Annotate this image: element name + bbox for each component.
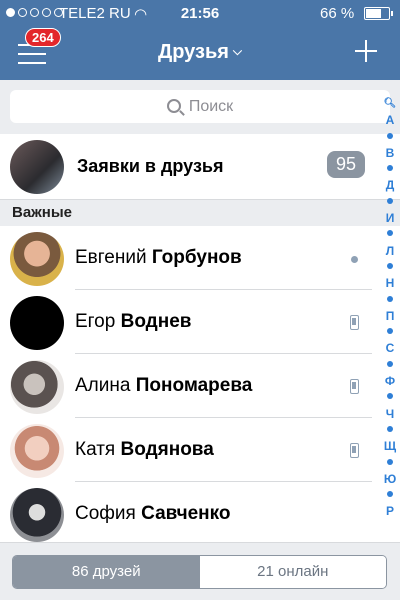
index-letter[interactable]: Р [380, 503, 400, 519]
index-dot[interactable] [380, 259, 400, 275]
list-item[interactable]: Евгений Горбунов [0, 226, 400, 290]
friend-name: Евгений Горбунов [75, 247, 242, 268]
tab-all-friends[interactable]: 86 друзей [13, 556, 200, 588]
battery-percent: 66 % [320, 5, 355, 22]
index-dot[interactable] [380, 389, 400, 405]
list-item[interactable]: Алина Пономарева [0, 354, 400, 418]
index-dot[interactable] [380, 357, 400, 373]
index-dot[interactable] [380, 455, 400, 471]
index-letter[interactable]: А [380, 112, 400, 128]
index-letter[interactable]: И [380, 210, 400, 226]
mobile-online-icon [350, 379, 359, 394]
index-letter[interactable]: Щ [380, 438, 400, 454]
avatar [10, 232, 64, 286]
friend-requests-count: 95 [327, 151, 366, 178]
list-item[interactable]: София Савченко [0, 482, 400, 546]
friend-name: Алина Пономарева [75, 375, 253, 396]
avatar [10, 488, 64, 542]
index-dot[interactable] [380, 324, 400, 340]
alphabet-index[interactable]: 🔍︎ А В Д И Л Н П С Ф Ч Щ Ю Р [380, 96, 400, 520]
add-friend-button[interactable] [354, 36, 378, 66]
battery-icon [364, 7, 393, 20]
index-letter[interactable]: Ч [380, 406, 400, 422]
friend-requests-label: Заявки в друзья [77, 156, 224, 176]
search-placeholder: Поиск [188, 98, 234, 115]
index-dot[interactable] [380, 487, 400, 503]
section-header: Важные [0, 200, 400, 226]
index-letter[interactable]: С [380, 340, 400, 356]
online-status-icon [351, 256, 358, 263]
index-dot[interactable] [380, 226, 400, 242]
index-dot[interactable] [380, 129, 400, 145]
avatar [10, 296, 64, 350]
list-item[interactable]: Катя Водянова [0, 418, 400, 482]
friends-list: Евгений Горбунов Егор Воднев Алина Поном… [0, 226, 400, 546]
search-input[interactable]: Поиск [10, 90, 390, 123]
index-letter[interactable]: В [380, 145, 400, 161]
list-item[interactable]: Егор Воднев [0, 290, 400, 354]
mobile-online-icon [350, 443, 359, 458]
index-letter[interactable]: Ю [380, 471, 400, 487]
index-dot[interactable] [380, 292, 400, 308]
friend-name: Катя Водянова [75, 439, 214, 460]
index-dot[interactable] [380, 422, 400, 438]
friends-filter-segmented: 86 друзей 21 онлайн [12, 555, 387, 589]
chevron-down-icon: ⌵ [232, 44, 243, 58]
index-letter[interactable]: Д [380, 177, 400, 193]
page-title: Друзья [157, 41, 229, 63]
friend-name: Егор Воднев [75, 311, 192, 332]
avatar [10, 140, 64, 194]
friend-requests-row[interactable]: Заявки в друзья 95 [0, 134, 400, 200]
index-search-icon[interactable]: 🔍︎ [380, 96, 400, 112]
index-letter[interactable]: Н [380, 275, 400, 291]
index-letter[interactable]: П [380, 308, 400, 324]
mobile-online-icon [350, 315, 359, 330]
status-bar: TELE2 RU ◠ 21:56 66 % [0, 0, 400, 28]
page-title-dropdown[interactable]: Друзья ⌵ [0, 41, 400, 64]
index-letter[interactable]: Ф [380, 373, 400, 389]
avatar [10, 424, 64, 478]
bottom-bar: 86 друзей 21 онлайн [0, 542, 400, 600]
index-dot[interactable] [380, 194, 400, 210]
avatar [10, 360, 64, 414]
index-dot[interactable] [380, 161, 400, 177]
index-letter[interactable]: Л [380, 243, 400, 259]
tab-online-friends[interactable]: 21 онлайн [199, 556, 386, 588]
nav-bar: 264 Друзья ⌵ [0, 28, 400, 80]
search-bar: Поиск [0, 80, 400, 134]
search-icon [166, 99, 181, 113]
friend-name: София Савченко [75, 503, 231, 524]
